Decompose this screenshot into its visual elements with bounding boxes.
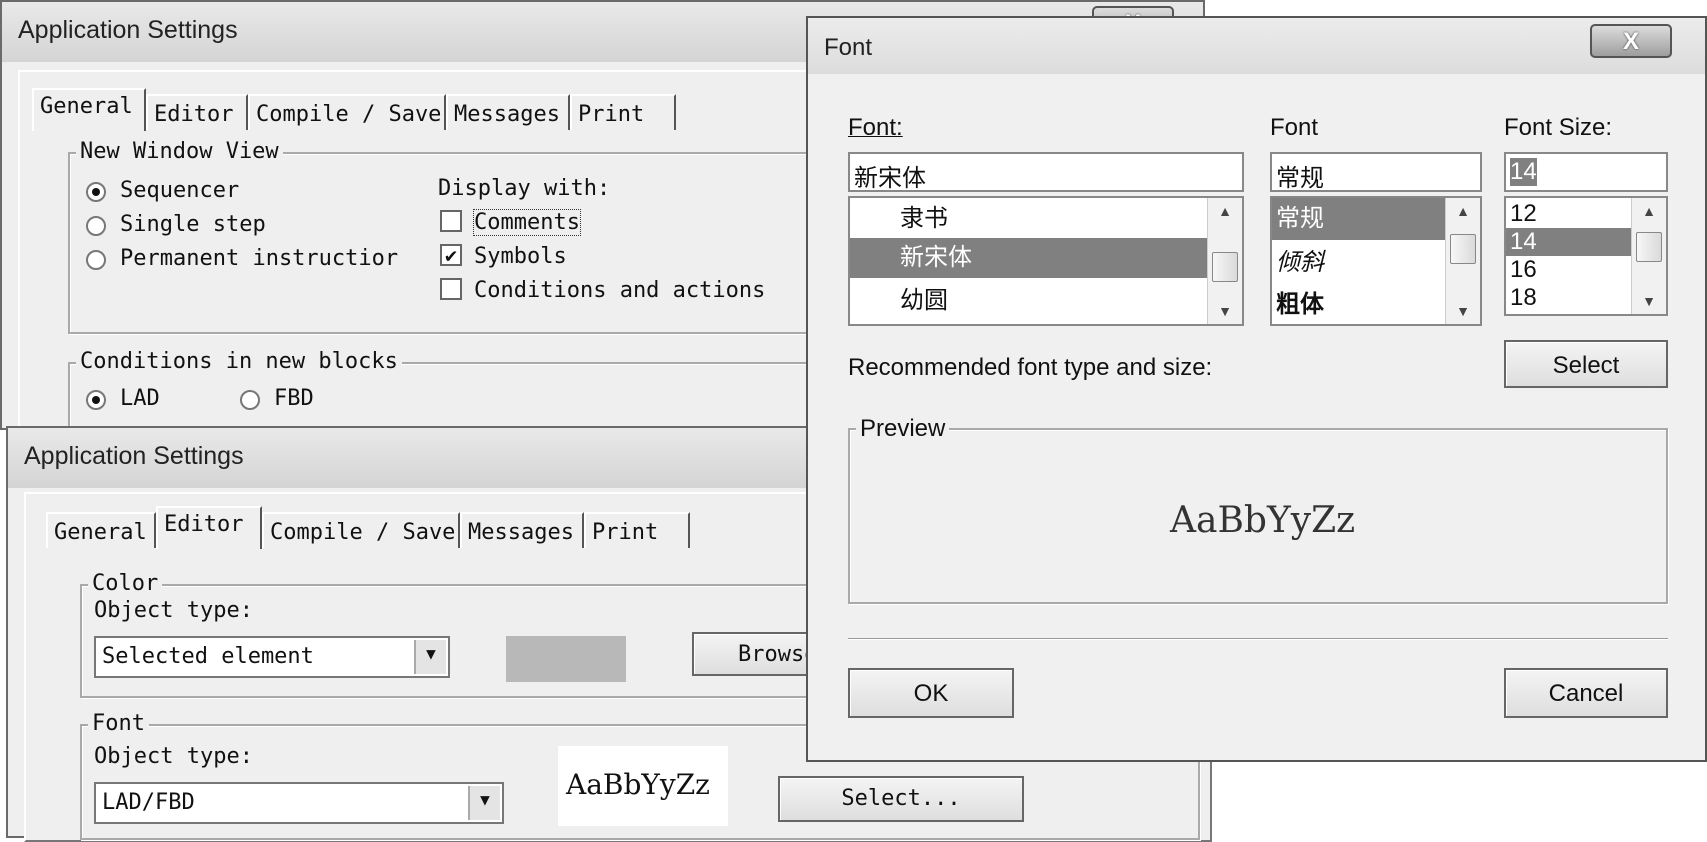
font-style-input[interactable]: 常规: [1270, 152, 1482, 192]
scroll-up-icon[interactable]: ▲: [1632, 198, 1666, 224]
color-swatch: [506, 636, 626, 682]
tab-editor[interactable]: Editor: [156, 506, 262, 549]
display-with-label: Display with:: [438, 176, 611, 201]
radio-sequencer[interactable]: [86, 182, 106, 202]
tab-strip: General Editor Compile / Save Messages P…: [46, 506, 746, 549]
scrollbar-thumb[interactable]: [1450, 234, 1476, 264]
radio-sequencer-label: Sequencer: [120, 178, 240, 203]
scrollbar-thumb[interactable]: [1636, 232, 1662, 262]
scroll-down-icon[interactable]: ▼: [1446, 298, 1480, 324]
group-label: Conditions in new blocks: [76, 349, 402, 374]
preview-text: AaBbYyZz: [1170, 500, 1356, 541]
radio-lad[interactable]: [86, 390, 106, 410]
tab-print[interactable]: Print: [584, 512, 690, 548]
radio-permanent-instruction[interactable]: [86, 250, 106, 270]
checkbox-comments[interactable]: [440, 210, 462, 232]
tab-editor[interactable]: Editor: [146, 94, 248, 130]
group-label: New Window View: [76, 139, 283, 164]
checkbox-symbols-label: Symbols: [474, 244, 567, 269]
tab-strip: General Editor Compile / Save Messages P…: [32, 88, 732, 131]
checkbox-conditions[interactable]: [440, 278, 462, 300]
list-item[interactable]: 幼圆: [900, 280, 948, 315]
cancel-button[interactable]: Cancel: [1504, 668, 1668, 718]
scroll-up-icon[interactable]: ▲: [1446, 198, 1480, 224]
ok-button[interactable]: OK: [848, 668, 1014, 718]
font-size-label: Font Size:: [1504, 114, 1613, 141]
group-label: Font: [88, 711, 149, 736]
font-name-list[interactable]: 隶书 新宋体 幼圆 ▲ ▼: [848, 196, 1244, 326]
tab-compile-save[interactable]: Compile / Save: [248, 94, 446, 130]
list-item-selected[interactable]: 常规: [1272, 198, 1448, 240]
object-type-label: Object type:: [94, 598, 253, 623]
group-label: Color: [88, 571, 163, 596]
font-dialog: Font X Font: Font Font Size: 新宋体 常规 14 隶…: [806, 16, 1707, 762]
font-name-input[interactable]: 新宋体: [848, 152, 1244, 192]
font-label: Font:: [848, 114, 903, 141]
recommended-label: Recommended font type and size:: [848, 354, 1213, 381]
list-item[interactable]: 12: [1510, 200, 1537, 228]
font-object-type-select[interactable]: LAD/FBD ▼: [94, 782, 504, 824]
list-item[interactable]: 粗体: [1276, 284, 1324, 319]
font-size-list[interactable]: 12 14 16 18 ▲ ▼: [1504, 196, 1668, 316]
tab-general[interactable]: General: [46, 512, 156, 548]
tab-messages[interactable]: Messages: [460, 512, 584, 548]
scroll-down-icon[interactable]: ▼: [1632, 288, 1666, 314]
scrollbar[interactable]: ▲ ▼: [1207, 198, 1242, 324]
scroll-down-icon[interactable]: ▼: [1208, 298, 1242, 324]
preview-label: Preview: [856, 415, 950, 443]
scrollbar-thumb[interactable]: [1212, 252, 1238, 282]
list-item[interactable]: 18: [1510, 284, 1537, 312]
list-item[interactable]: 倾斜: [1276, 242, 1324, 277]
checkbox-comments-label: Comments: [473, 209, 581, 236]
font-object-type-label: Object type:: [94, 744, 253, 769]
list-item[interactable]: 隶书: [900, 198, 948, 233]
tab-compile-save[interactable]: Compile / Save: [262, 512, 460, 548]
color-object-type-select[interactable]: Selected element ▼: [94, 636, 450, 678]
scrollbar[interactable]: ▲ ▼: [1445, 198, 1480, 324]
checkbox-symbols[interactable]: ✔: [440, 244, 462, 266]
radio-single-step[interactable]: [86, 216, 106, 236]
font-style-list[interactable]: 常规 倾斜 粗体 ▲ ▼: [1270, 196, 1482, 326]
list-item-selected[interactable]: 14: [1506, 228, 1634, 256]
tab-messages[interactable]: Messages: [446, 94, 570, 130]
checkbox-conditions-label: Conditions and actions: [474, 278, 766, 303]
radio-fbd[interactable]: [240, 390, 260, 410]
font-dialog-title: Font: [808, 18, 1705, 74]
font-style-label: Font: [1270, 114, 1319, 141]
radio-single-step-label: Single step: [120, 212, 266, 237]
tab-general[interactable]: General: [32, 88, 146, 131]
scroll-up-icon[interactable]: ▲: [1208, 198, 1242, 224]
radio-permanent-label: Permanent instructior: [120, 246, 399, 271]
chevron-down-icon: ▼: [414, 640, 446, 674]
font-select-button[interactable]: Select...: [778, 776, 1024, 822]
font-sample: AaBbYyZz: [558, 746, 728, 826]
tab-print[interactable]: Print: [570, 94, 676, 130]
preview-group: Preview AaBbYyZz: [848, 415, 1668, 604]
chevron-down-icon: ▼: [468, 786, 500, 820]
radio-lad-label: LAD: [120, 386, 160, 411]
close-icon: X: [1622, 28, 1639, 55]
font-size-input[interactable]: 14: [1504, 152, 1668, 192]
scrollbar[interactable]: ▲ ▼: [1631, 198, 1666, 314]
list-item[interactable]: 16: [1510, 256, 1537, 284]
list-item-selected[interactable]: 新宋体: [850, 238, 1210, 278]
divider: [848, 638, 1668, 640]
close-button[interactable]: X: [1590, 24, 1672, 58]
select-button[interactable]: Select: [1504, 340, 1668, 388]
radio-fbd-label: FBD: [274, 386, 314, 411]
